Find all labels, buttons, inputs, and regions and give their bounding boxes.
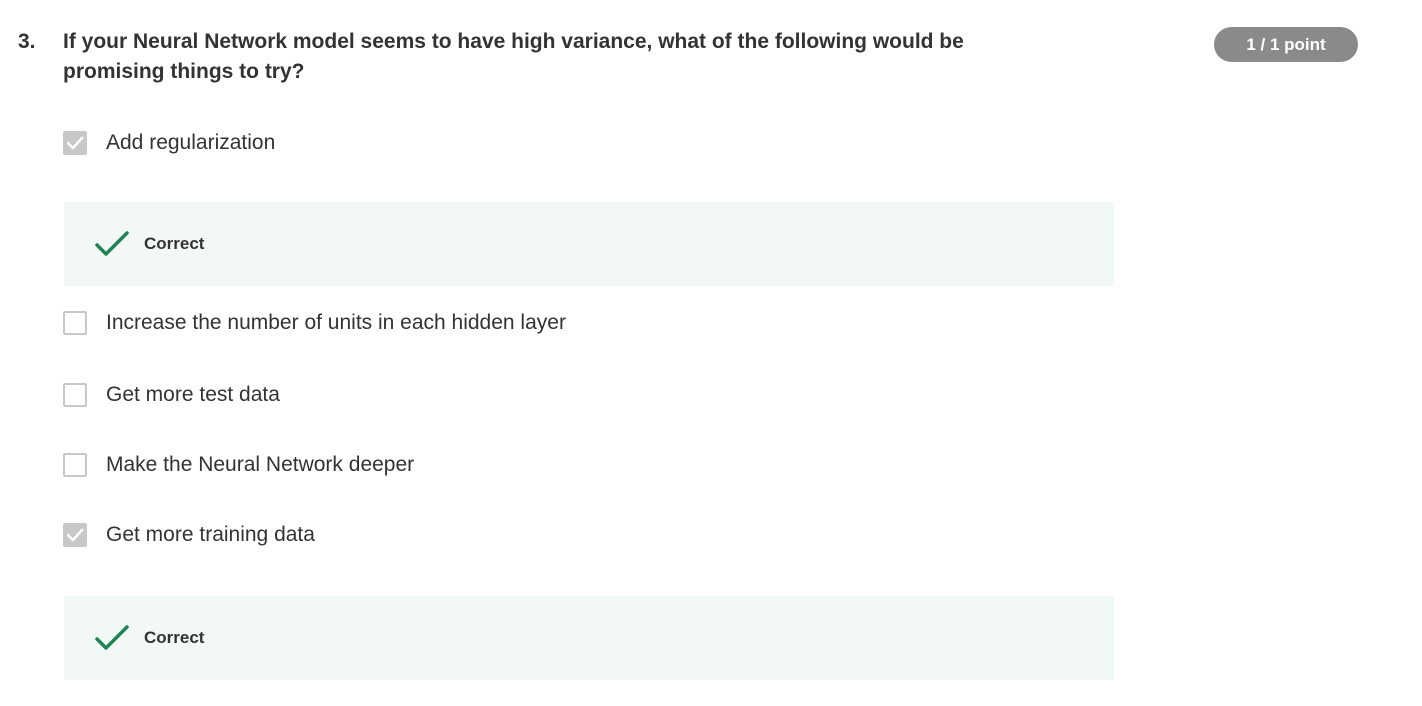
checkbox-unchecked[interactable] [63,453,87,477]
option-label: Get more training data [106,523,315,546]
option-label: Add regularization [106,131,276,154]
check-icon [95,230,129,258]
question-number: 3. [18,30,36,53]
option-add-regularization[interactable]: Add regularization [63,128,275,158]
feedback-correct: Correct [64,202,1114,286]
feedback-label: Correct [144,628,205,647]
checkbox-unchecked[interactable] [63,383,87,407]
checkmark-icon [66,528,84,542]
checkmark-icon [66,136,84,150]
checkbox-checked[interactable] [63,523,87,547]
option-label: Increase the number of units in each hid… [106,311,566,334]
feedback-correct: Correct [64,596,1114,680]
option-label: Get more test data [106,383,280,406]
checkbox-checked[interactable] [63,131,87,155]
option-label: Make the Neural Network deeper [106,453,415,476]
question-text: If your Neural Network model seems to ha… [63,30,964,83]
score-badge: 1 / 1 point [1214,27,1358,62]
option-increase-units[interactable]: Increase the number of units in each hid… [63,308,566,338]
option-get-more-test-data[interactable]: Get more test data [63,380,280,410]
option-make-deeper[interactable]: Make the Neural Network deeper [63,450,414,480]
checkbox-unchecked[interactable] [63,311,87,335]
feedback-label: Correct [144,234,205,253]
option-get-more-training-data[interactable]: Get more training data [63,520,315,550]
check-icon [95,624,129,652]
